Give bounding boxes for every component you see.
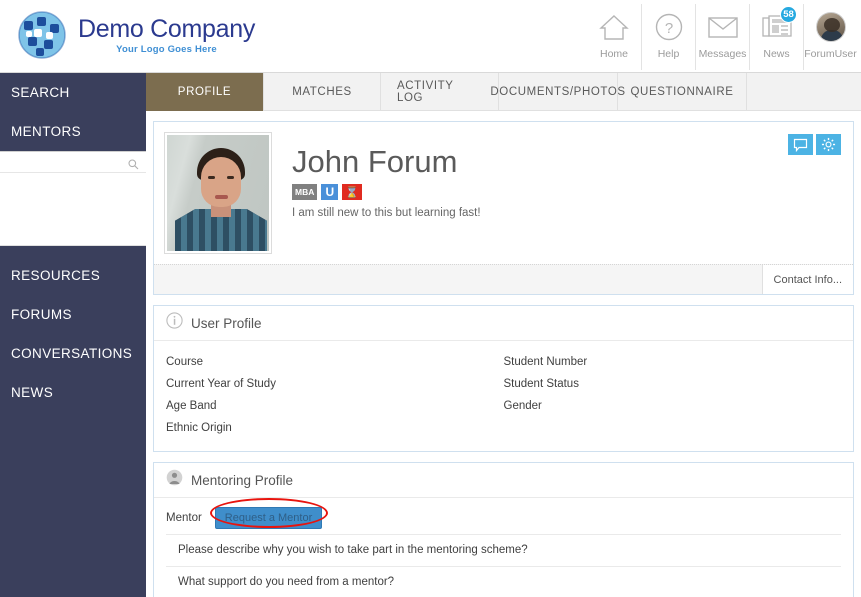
topnav-item-user[interactable]: ForumUser — [803, 4, 857, 70]
profile-photo — [164, 132, 272, 254]
field-age-band: Age Band — [166, 400, 217, 412]
help-question-icon: ? — [652, 10, 686, 44]
field-student-number: Student Number — [503, 356, 588, 368]
puzzle-globe-icon — [14, 7, 70, 63]
page-root: Demo Company Your Logo Goes Here Home ? — [0, 0, 861, 597]
topnav-label-news: News — [763, 48, 790, 60]
sidebar: SEARCH MENTORS RESOURCES FORUMS CONVERSA… — [0, 73, 146, 597]
page-title: John Forum — [292, 144, 458, 179]
brand-title: Demo Company — [78, 14, 256, 43]
sidebar-search-row[interactable] — [0, 151, 146, 173]
topnav-item-news[interactable]: 58 News — [749, 4, 803, 70]
field-ethnic-origin: Ethnic Origin — [166, 422, 232, 434]
brand-subtitle: Your Logo Goes Here — [116, 43, 217, 55]
sidebar-item-conversations[interactable]: CONVERSATIONS — [0, 334, 146, 373]
sidebar-item-search[interactable]: SEARCH — [0, 73, 146, 112]
tab-profile[interactable]: PROFILE — [146, 73, 264, 111]
info-circle-icon — [166, 312, 183, 334]
envelope-icon — [706, 10, 740, 44]
chat-bubble-icon[interactable] — [788, 134, 813, 155]
brand-text: Demo Company Your Logo Goes Here — [78, 16, 255, 55]
top-navigation: Home ? Help Messages 58 News ForumUser — [587, 4, 857, 70]
tab-label-questionnaire: QUESTIONNAIRE — [630, 86, 734, 98]
mentoring-profile-header: Mentoring Profile — [154, 463, 853, 498]
profile-header: John Forum MBA U ⌛ I am still new to thi… — [154, 122, 853, 254]
tab-matches[interactable]: MATCHES — [264, 73, 381, 111]
profile-header-card: John Forum MBA U ⌛ I am still new to thi… — [153, 121, 854, 295]
mentoring-profile-title: Mentoring Profile — [191, 472, 294, 488]
status-badge-u: U — [321, 184, 339, 200]
home-icon — [597, 10, 631, 44]
brand-logo[interactable]: Demo Company Your Logo Goes Here — [14, 7, 255, 63]
sidebar-label-mentors: MENTORS — [11, 124, 82, 139]
field-gender: Gender — [503, 400, 542, 412]
contact-info-tab[interactable]: Contact Info... — [761, 265, 853, 294]
top-bar: Demo Company Your Logo Goes Here Home ? — [0, 0, 861, 73]
mentor-row: Mentor Request a Mentor — [154, 498, 853, 534]
field-course: Course — [166, 356, 204, 368]
person-circle-icon — [166, 469, 183, 491]
profile-actions — [788, 134, 841, 155]
contact-info-label: Contact Info... — [773, 273, 842, 286]
search-input[interactable] — [0, 152, 146, 172]
gear-icon[interactable] — [816, 134, 841, 155]
sidebar-label-news: NEWS — [11, 385, 54, 400]
user-profile-header: User Profile — [154, 306, 853, 341]
profile-badges: MBA U ⌛ — [292, 184, 481, 200]
sidebar-item-mentors[interactable]: MENTORS — [0, 112, 146, 151]
sidebar-label-resources: RESOURCES — [11, 268, 101, 283]
sidebar-item-forums[interactable]: FORUMS — [0, 295, 146, 334]
sidebar-label-conversations: CONVERSATIONS — [11, 346, 133, 361]
mentor-label: Mentor — [166, 512, 202, 524]
tab-filler — [747, 73, 861, 110]
profile-identity: John Forum MBA U ⌛ I am still new to thi… — [292, 132, 481, 254]
field-current-year-of-study: Current Year of Study — [166, 378, 276, 390]
topnav-item-home[interactable]: Home — [587, 4, 641, 70]
main-content: John Forum MBA U ⌛ I am still new to thi… — [146, 111, 861, 597]
sidebar-label-search: SEARCH — [11, 85, 70, 100]
status-badge-mba: MBA — [292, 184, 318, 200]
question-what-support: What support do you need from a mentor? — [166, 566, 841, 597]
tab-documents-photos[interactable]: DOCUMENTS/PHOTOS — [490, 73, 625, 111]
question-why-take-part: Please describe why you wish to take par… — [178, 544, 528, 556]
search-icon — [128, 157, 139, 175]
profile-footer-bar: Contact Info... — [154, 264, 853, 294]
user-avatar-icon — [814, 10, 848, 44]
sidebar-item-resources[interactable]: RESOURCES — [0, 256, 146, 295]
field-student-status: Student Status — [503, 378, 579, 390]
topnav-item-help[interactable]: ? Help — [641, 4, 695, 70]
tab-activity-log[interactable]: ACTIVITY LOG — [381, 73, 499, 111]
svg-text:?: ? — [664, 20, 672, 37]
profile-tagline: I am still new to this but learning fast… — [292, 207, 481, 219]
avatar — [815, 12, 846, 42]
sidebar-results-panel — [0, 173, 146, 246]
news-badge-count: 58 — [780, 6, 797, 23]
sidebar-label-forums: FORUMS — [11, 307, 72, 322]
user-profile-title: User Profile — [191, 315, 262, 331]
topnav-label-help: Help — [657, 48, 680, 60]
tab-label-activity-log: ACTIVITY LOG — [397, 80, 454, 104]
user-profile-fields: Course Student Number Current Year of St… — [154, 341, 853, 451]
topnav-label-user: ForumUser — [804, 48, 857, 60]
tab-label-matches: MATCHES — [292, 86, 352, 98]
status-badge-hourglass: ⌛ — [342, 184, 363, 200]
topnav-label-home: Home — [599, 48, 628, 60]
tab-questionnaire[interactable]: QUESTIONNAIRE — [618, 73, 747, 111]
annotation-ellipse — [210, 498, 328, 528]
topnav-label-messages: Messages — [698, 48, 747, 60]
user-profile-card: User Profile Course Student Number Curre… — [153, 305, 854, 452]
topnav-item-messages[interactable]: Messages — [695, 4, 749, 70]
tab-label-profile: PROFILE — [177, 86, 232, 98]
sidebar-item-news[interactable]: NEWS — [0, 373, 146, 412]
mentoring-profile-card: Mentoring Profile Mentor Request a Mento… — [153, 462, 854, 597]
tab-bar: PROFILE MATCHES ACTIVITY LOG DOCUMENTS/P… — [146, 73, 861, 111]
tab-label-documents-photos: DOCUMENTS/PHOTOS — [490, 86, 626, 98]
